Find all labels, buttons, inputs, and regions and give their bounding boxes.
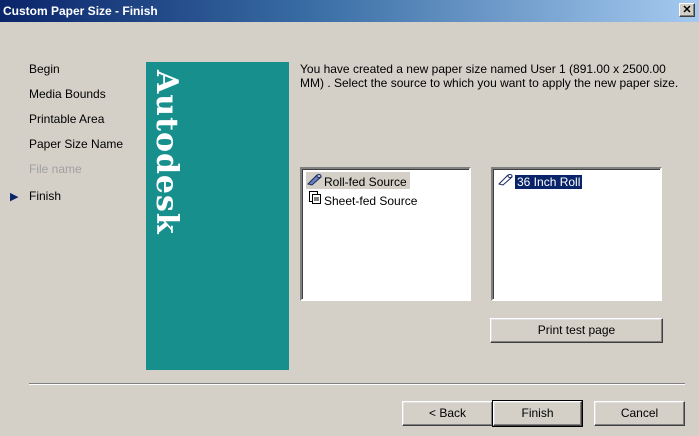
description-text: You have created a new paper size named … (300, 62, 679, 90)
finish-button[interactable]: Finish (492, 400, 583, 427)
list-item-label: Roll-fed Source (324, 175, 407, 189)
list-item-label: Sheet-fed Source (324, 194, 418, 208)
print-test-page-button[interactable]: Print test page (490, 318, 663, 343)
roll-listbox[interactable]: 36 Inch Roll (491, 167, 662, 301)
roll-icon (497, 172, 515, 191)
autodesk-logo: Autodesk (149, 70, 184, 235)
sheet-icon (306, 190, 324, 210)
step-label: Media Bounds (29, 87, 106, 101)
step-label: Paper Size Name (29, 137, 124, 151)
current-step-arrow-icon: ▶ (10, 191, 19, 203)
step-finish: ▶ Finish (10, 189, 62, 203)
brand-panel: Autodesk (146, 62, 289, 370)
roll-icon (306, 172, 324, 191)
step-paper-size-name: Paper Size Name (29, 137, 123, 151)
window-title: Custom Paper Size - Finish (3, 4, 158, 18)
close-icon: ✕ (682, 4, 692, 16)
list-item-label: 36 Inch Roll (513, 174, 584, 190)
step-file-name: File name (29, 162, 82, 176)
source-listbox[interactable]: Roll-fed Source Sheet-fed Source (300, 167, 471, 301)
step-media-bounds: Media Bounds (29, 87, 106, 101)
step-label: Begin (29, 62, 60, 76)
cancel-button[interactable]: Cancel (594, 401, 685, 426)
title-bar[interactable]: Custom Paper Size - Finish ✕ (0, 0, 699, 22)
back-button[interactable]: < Back (402, 401, 493, 426)
list-item-roll-fed[interactable]: Roll-fed Source (306, 172, 410, 189)
step-label: File name (29, 162, 82, 176)
step-begin: Begin (29, 62, 60, 76)
step-label: Printable Area (29, 112, 105, 126)
divider (29, 383, 685, 385)
list-item-sheet-fed[interactable]: Sheet-fed Source (306, 190, 420, 210)
close-button[interactable]: ✕ (679, 3, 695, 17)
list-item-36-inch-roll[interactable]: 36 Inch Roll (497, 172, 585, 191)
step-printable-area: Printable Area (29, 112, 104, 126)
step-label: Finish (29, 189, 62, 203)
